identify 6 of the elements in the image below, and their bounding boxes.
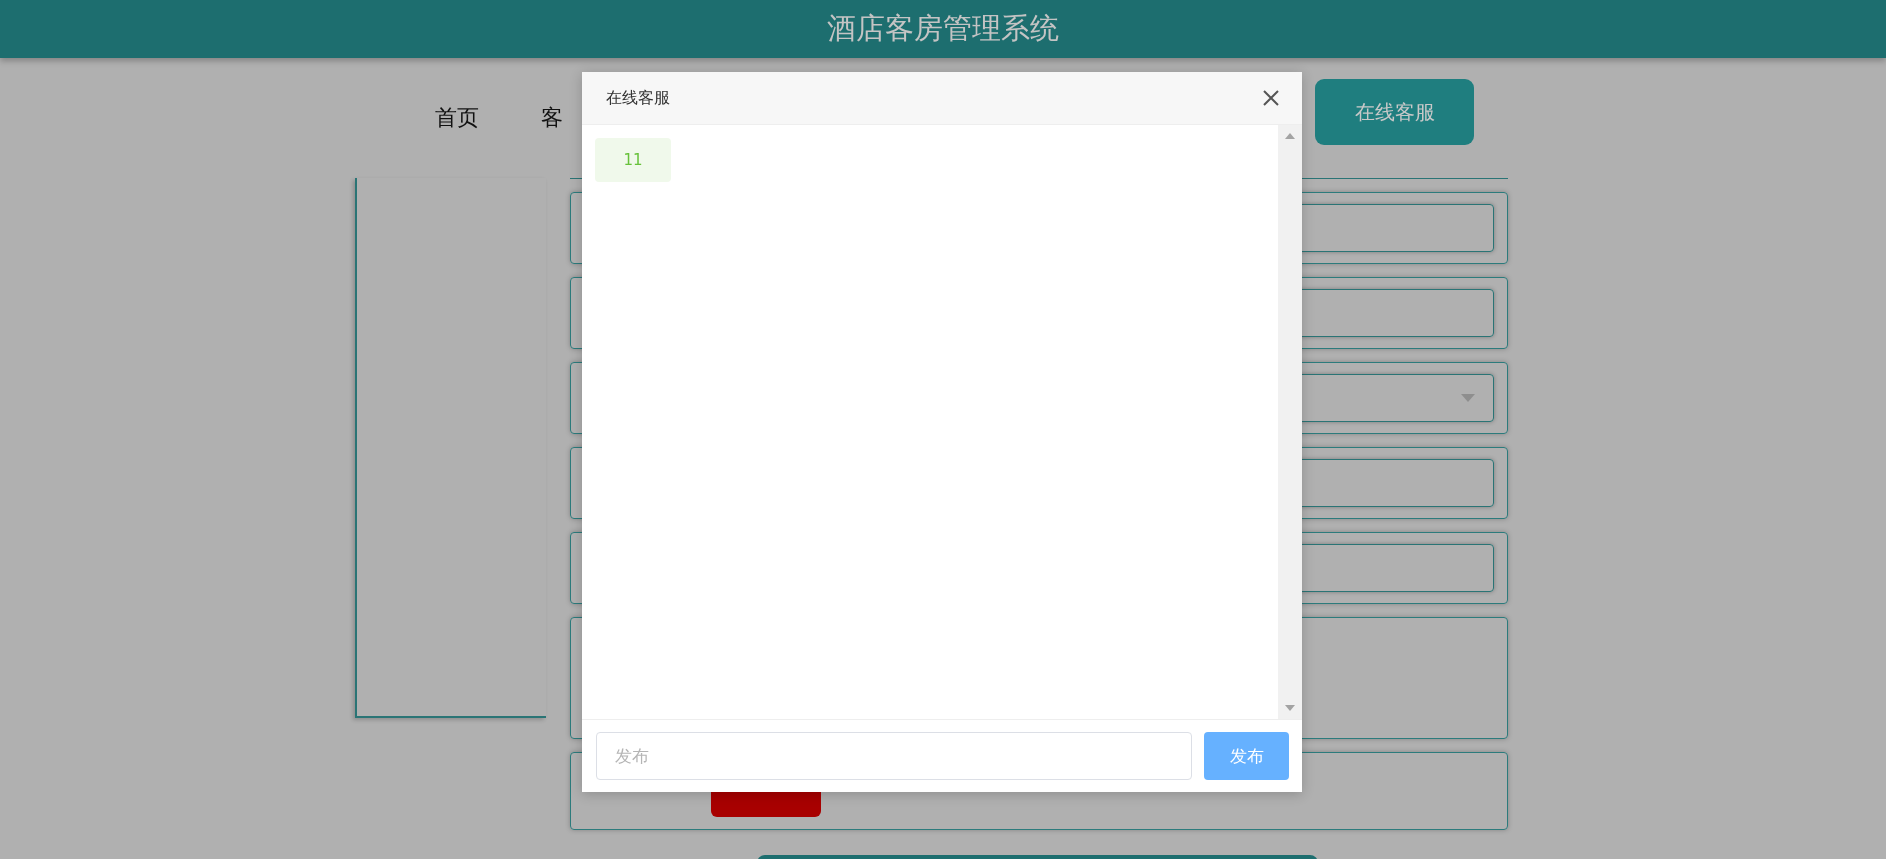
dialog-title: 在线客服 <box>606 87 670 109</box>
nav-link[interactable]: 客 <box>541 103 563 133</box>
nav-link[interactable]: 首页 <box>435 103 479 133</box>
message-input[interactable]: 发布 <box>596 732 1192 780</box>
chat-message: 11 <box>595 138 671 182</box>
app-title: 酒店客房管理系统 <box>827 10 1059 47</box>
